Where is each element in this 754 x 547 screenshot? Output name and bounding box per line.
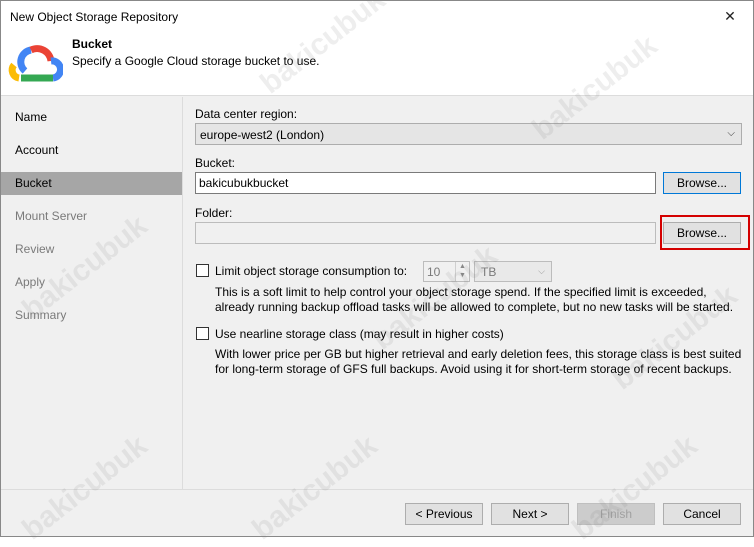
nearline-checkbox[interactable] [196, 327, 209, 340]
step-bucket[interactable]: Bucket [1, 172, 182, 195]
limit-unit-value: TB [481, 265, 497, 279]
page-subtitle: Specify a Google Cloud storage bucket to… [72, 54, 320, 68]
title-bar: New Object Storage Repository ✕ [1, 1, 753, 32]
limit-value: 10 [427, 265, 441, 279]
limit-unit-select[interactable]: TB ⌵ [474, 261, 552, 282]
step-mount-server: Mount Server [15, 209, 88, 223]
step-review: Review [15, 242, 55, 256]
step-account[interactable]: Account [1, 139, 182, 162]
step-apply: Apply [15, 275, 46, 289]
wizard-footer: < Previous Next > Finish Cancel [1, 489, 753, 536]
step-name[interactable]: Name [1, 106, 182, 129]
google-cloud-logo-icon [8, 45, 63, 82]
bucket-value: bakicubukbucket [199, 176, 289, 190]
close-icon: ✕ [724, 8, 736, 24]
nearline-description-line1: With lower price per GB but higher retri… [215, 347, 742, 361]
limit-description-line2: already running backup offload tasks wil… [215, 300, 734, 314]
wizard-header: Bucket Specify a Google Cloud storage bu… [1, 32, 753, 96]
window-title: New Object Storage Repository [10, 10, 179, 24]
limit-description-line1: This is a soft limit to help control you… [215, 285, 707, 299]
bucket-browse-button[interactable]: Browse... [663, 172, 741, 194]
wizard-steps-sidebar: Name Account Bucket Mount Server Review … [1, 97, 182, 489]
bucket-input[interactable]: bakicubukbucket [195, 172, 656, 194]
stepper-arrows-icon[interactable]: ▲ ▼ [455, 262, 469, 281]
nearline-description-line2: for long-term storage of GFS full backup… [215, 362, 732, 376]
nearline-label[interactable]: Use nearline storage class (may result i… [215, 327, 504, 341]
step-summary: Summary [15, 308, 67, 322]
highlight-box [660, 215, 750, 250]
region-select[interactable]: europe-west2 (London) ⌵ [195, 123, 742, 145]
wizard-content: Data center region: europe-west2 (London… [182, 97, 753, 489]
limit-label[interactable]: Limit object storage consumption to: [215, 264, 407, 278]
folder-label: Folder: [195, 206, 233, 220]
bucket-label: Bucket: [195, 156, 236, 170]
page-title: Bucket [72, 37, 113, 51]
next-button[interactable]: Next > [491, 503, 569, 525]
chevron-down-icon: ⌵ [538, 266, 545, 276]
limit-checkbox[interactable] [196, 264, 209, 277]
previous-button[interactable]: < Previous [405, 503, 483, 525]
dialog-window: New Object Storage Repository ✕ Bucket S… [0, 0, 754, 546]
cancel-button[interactable]: Cancel [663, 503, 741, 525]
chevron-down-icon: ⌵ [727, 128, 735, 139]
folder-input[interactable] [195, 222, 656, 244]
region-label: Data center region: [195, 107, 298, 121]
limit-value-stepper[interactable]: 10 ▲ ▼ [423, 261, 470, 282]
region-value: europe-west2 (London) [200, 128, 325, 142]
finish-button: Finish [577, 503, 655, 525]
close-button[interactable]: ✕ [707, 1, 753, 32]
